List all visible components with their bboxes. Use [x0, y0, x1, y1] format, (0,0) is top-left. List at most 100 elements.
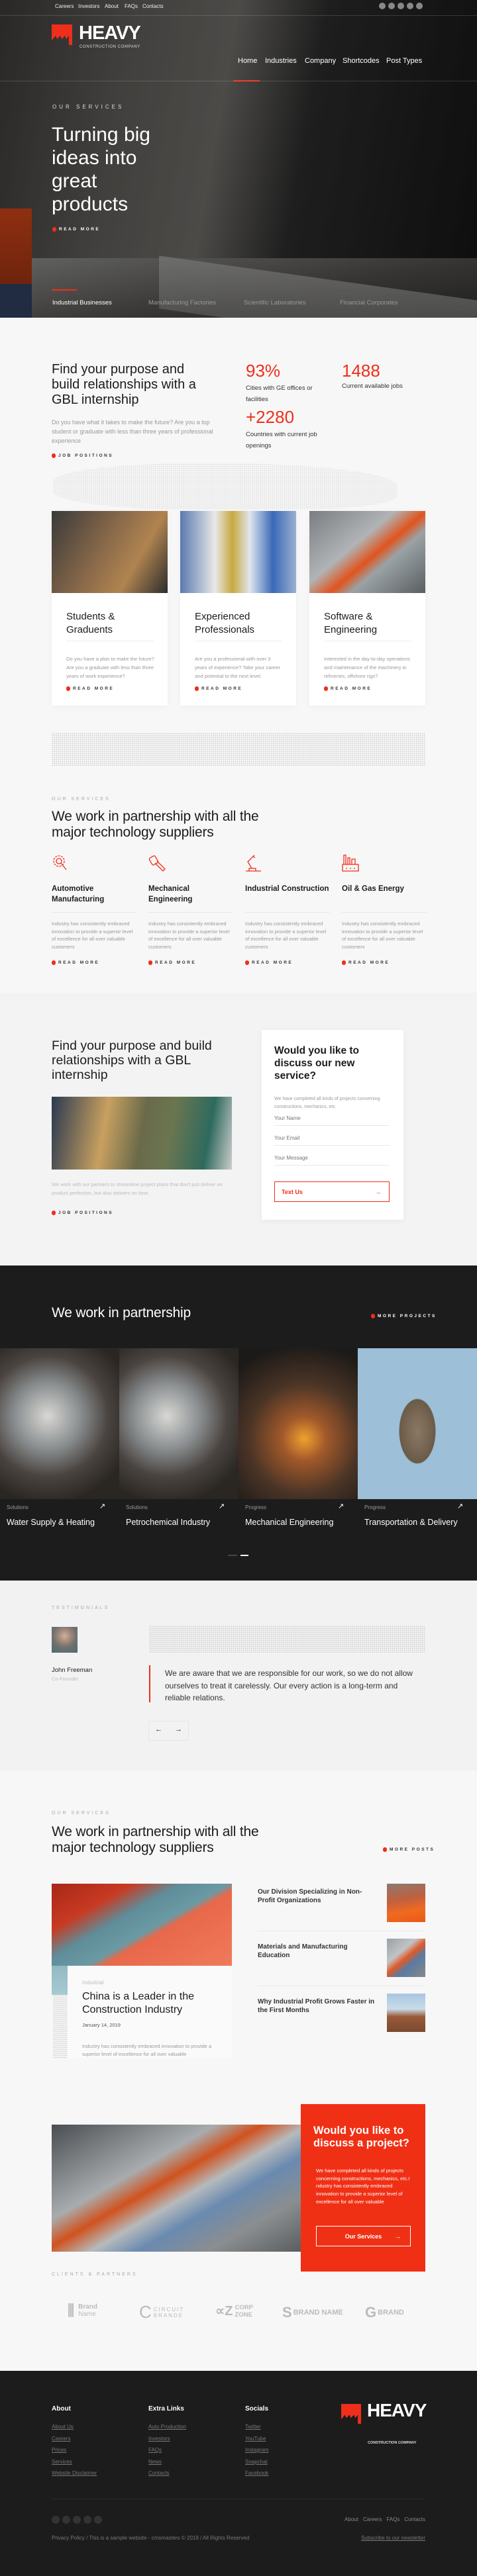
nav-company[interactable]: Company: [305, 57, 336, 65]
read-more-link[interactable]: READ MORE: [245, 960, 293, 965]
footer-link[interactable]: Prices: [52, 2447, 97, 2453]
twitter-icon[interactable]: [83, 2516, 91, 2524]
nav-industries[interactable]: Industries: [265, 57, 297, 65]
client-logo-brand-g[interactable]: G BRAND: [365, 2304, 404, 2321]
read-more-link[interactable]: READ MORE: [324, 686, 372, 691]
post-item[interactable]: Materials and Manufacturing Education: [258, 1939, 425, 1982]
tab-scientific-laboratories[interactable]: Scientific Laboratories: [244, 299, 305, 306]
footer-link[interactable]: Facebook: [245, 2470, 269, 2476]
card-students[interactable]: Students & Graduents Do you have a plan …: [52, 511, 168, 706]
client-logo-brand-name-s[interactable]: S BRAND NAME: [282, 2304, 343, 2321]
brand-mark-icon: ⫼: [68, 2302, 75, 2319]
footer-link[interactable]: Services: [52, 2459, 97, 2465]
read-more-label: READ MORE: [348, 960, 390, 965]
tab-financial-corporates[interactable]: Financial Corporates: [340, 299, 398, 306]
footer-link[interactable]: About Us: [52, 2424, 97, 2430]
footer-logo-icon[interactable]: [341, 2404, 361, 2424]
job-positions-link[interactable]: JOB POSITIONS: [52, 453, 113, 458]
nav-post-types[interactable]: Post Types: [386, 57, 422, 65]
brand-name[interactable]: HEAVY: [79, 23, 141, 44]
arrow-up-right-icon[interactable]: ↗: [99, 1502, 105, 1510]
card-professionals[interactable]: Experienced Professionals Are you a prof…: [180, 511, 296, 706]
footer-links-about: About Us Careers Prices Services Website Dis…: [52, 2424, 97, 2476]
card-text: Are you a professional with over 3 years…: [195, 656, 281, 679]
name-input[interactable]: [274, 1111, 390, 1126]
client-logo-circuit[interactable]: C CIRCUIT BRANDE: [139, 2302, 184, 2323]
footer-link[interactable]: Careers: [52, 2436, 97, 2442]
footer-bottom-link[interactable]: FAQs: [386, 2516, 399, 2522]
skype-icon[interactable]: [398, 3, 404, 9]
read-more-link[interactable]: READ MORE: [66, 686, 114, 691]
topbar-link-investors[interactable]: Investors: [78, 3, 99, 9]
tab-industrial-businesses[interactable]: Industrial Businesses: [52, 299, 112, 306]
arrow-left-icon[interactable]: ←: [155, 1725, 162, 1733]
nav-shortcodes[interactable]: Shortcodes: [343, 57, 380, 65]
read-more-link[interactable]: READ MORE: [195, 686, 242, 691]
footer-link[interactable]: Website Disclaimer: [52, 2470, 97, 2476]
subscribe-link[interactable]: Subscribe to our newsletter: [361, 2535, 425, 2541]
job-positions-link[interactable]: JOB POSITIONS: [52, 1211, 113, 1215]
pagination-dot-2-active[interactable]: [240, 1555, 248, 1556]
topbar-link-about[interactable]: About: [105, 3, 119, 9]
featured-category[interactable]: Industrial: [82, 1980, 103, 1986]
topbar-link-faqs[interactable]: FAQs: [125, 3, 138, 9]
featured-title[interactable]: China is a Leader in the Construction In…: [82, 1990, 215, 2017]
arrow-up-right-icon[interactable]: ↗: [219, 1502, 225, 1510]
twitter-icon[interactable]: [407, 3, 413, 9]
client-logo-brand-name[interactable]: ⫼ Brand Name: [68, 2302, 97, 2319]
project-label: Solutions: [126, 1504, 148, 1510]
email-input[interactable]: [274, 1131, 390, 1146]
facebook-icon[interactable]: [379, 3, 386, 9]
linkedin-icon[interactable]: [62, 2516, 70, 2524]
project-mechanical[interactable]: Progress ↗ Mechanical Engineering: [238, 1348, 358, 1530]
arrow-right-icon[interactable]: →: [175, 1725, 182, 1733]
footer-link[interactable]: Instagram: [245, 2447, 269, 2453]
arrow-up-right-icon[interactable]: ↗: [338, 1502, 344, 1510]
topbar-link-contacts[interactable]: Contacts: [142, 3, 164, 9]
nav-home[interactable]: Home: [238, 57, 257, 65]
read-more-link[interactable]: READ MORE: [148, 960, 196, 965]
project-water-supply[interactable]: Solutions ↗ Water Supply & Heating: [0, 1348, 119, 1530]
facebook-icon[interactable]: [52, 2516, 60, 2524]
footer-link[interactable]: News: [148, 2459, 186, 2465]
footer-link[interactable]: Investors: [148, 2436, 186, 2442]
more-posts-link[interactable]: MORE POSTS: [383, 1847, 435, 1852]
card-software[interactable]: Software & Engineering Interested in the…: [309, 511, 425, 706]
footer-link[interactable]: FAQs: [148, 2447, 186, 2453]
linkedin-icon[interactable]: [388, 3, 395, 9]
featured-image[interactable]: [52, 1884, 232, 1966]
footer-link[interactable]: Twitter: [245, 2424, 269, 2430]
vimeo-icon[interactable]: [94, 2516, 102, 2524]
text-us-button[interactable]: Text Us →: [274, 1181, 390, 1202]
read-more-link[interactable]: READ MORE: [52, 960, 99, 965]
stat-label: Countries with current job openings: [246, 431, 317, 449]
footer-link[interactable]: Auto Production: [148, 2424, 186, 2430]
tab-manufacturing-factories[interactable]: Manufacturing Factories: [148, 299, 216, 306]
footer-bottom-link[interactable]: About: [344, 2516, 358, 2522]
project-petrochemical[interactable]: Solutions ↗ Petrochemical Industry: [119, 1348, 238, 1530]
card-title: Experienced Professionals: [195, 611, 255, 635]
read-more-link[interactable]: READ MORE: [342, 960, 390, 965]
footer-bottom-link[interactable]: Careers: [363, 2516, 382, 2522]
our-services-button[interactable]: Our Services →: [316, 2226, 411, 2246]
form-text: We have completed all kinds of projects …: [274, 1097, 380, 1109]
footer-bottom-link[interactable]: Contacts: [404, 2516, 425, 2522]
project-image: [0, 1348, 119, 1499]
message-input[interactable]: [274, 1151, 390, 1166]
hero-read-more[interactable]: READ MORE: [52, 227, 100, 232]
skype-icon[interactable]: [73, 2516, 81, 2524]
post-item[interactable]: Why Industrial Profit Grows Faster in th…: [258, 1994, 425, 2037]
topbar-link-careers[interactable]: Careers: [55, 3, 74, 9]
footer-link[interactable]: Snapchat: [245, 2459, 269, 2465]
vimeo-icon[interactable]: [416, 3, 423, 9]
pagination-dot-1[interactable]: [228, 1555, 237, 1556]
arrow-up-right-icon[interactable]: ↗: [457, 1502, 463, 1510]
project-transportation[interactable]: Progress ↗ Transportation & Delivery: [358, 1348, 477, 1530]
client-logo-corp-zone[interactable]: ∝Z CORP ZONE: [215, 2303, 253, 2319]
more-projects-link[interactable]: MORE PROJECTS: [371, 1314, 437, 1318]
logo-icon[interactable]: [52, 24, 72, 45]
post-item[interactable]: Our Division Specializing in Non-Profit …: [258, 1884, 425, 1927]
footer-link[interactable]: Contacts: [148, 2470, 186, 2476]
footer-link[interactable]: YouTube: [245, 2436, 269, 2442]
testimonial-quote: We are aware that we are responsible for…: [165, 1669, 413, 1702]
